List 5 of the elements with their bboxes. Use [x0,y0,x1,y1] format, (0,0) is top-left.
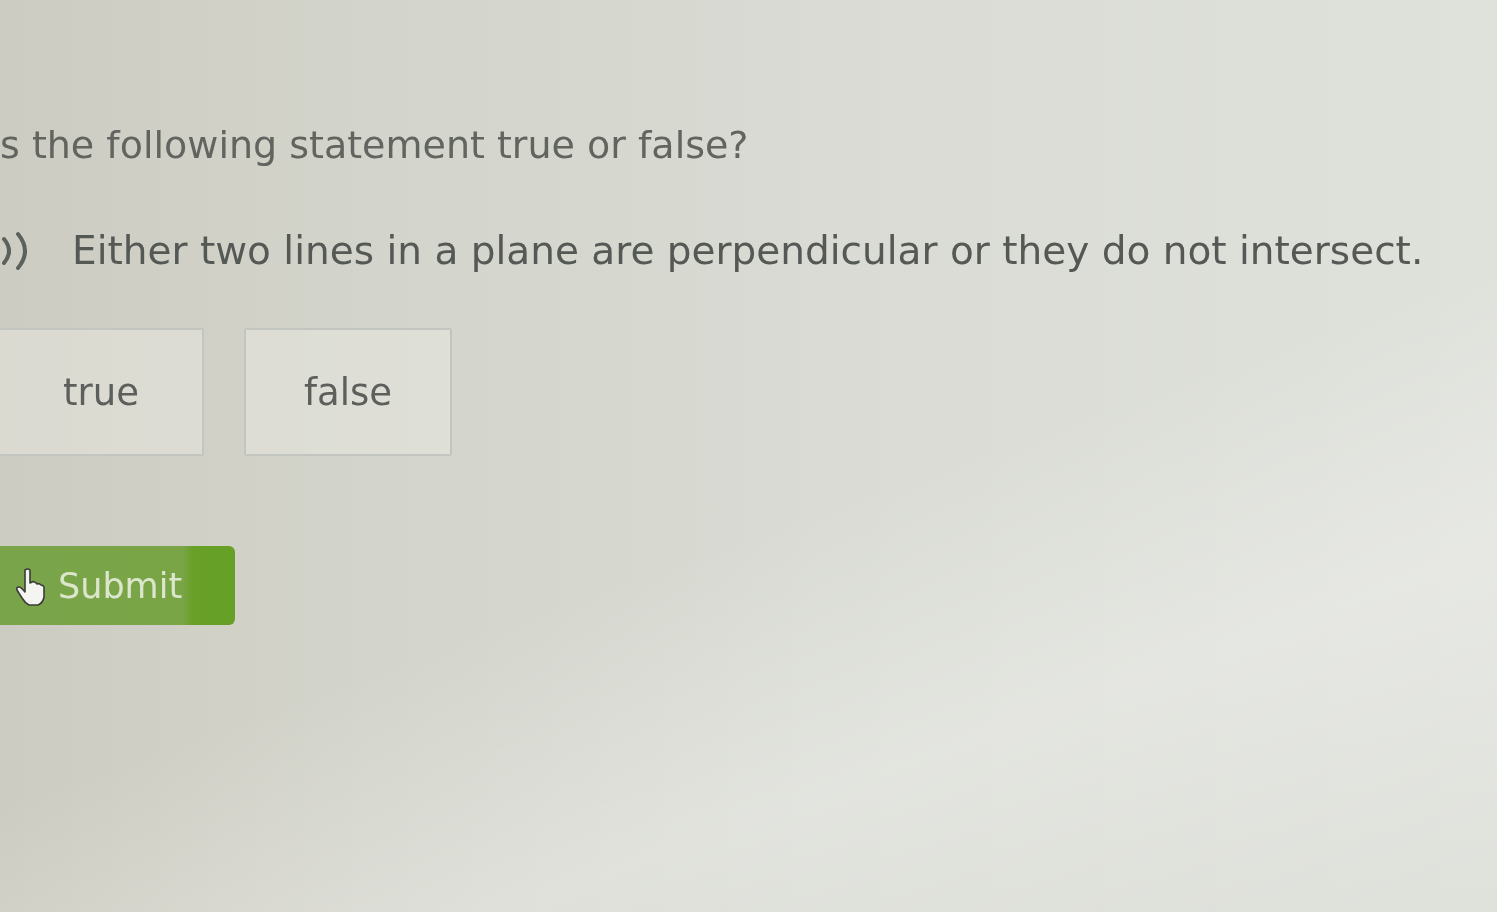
answer-choice[interactable]: false [244,328,452,456]
hand-cursor-icon [16,568,46,606]
statement-text: Either two lines in a plane are perpendicular or they do not intersect. [72,227,1424,275]
question-prompt: s the following statement true or false? [0,122,749,169]
answer-choice[interactable]: true [0,328,204,456]
